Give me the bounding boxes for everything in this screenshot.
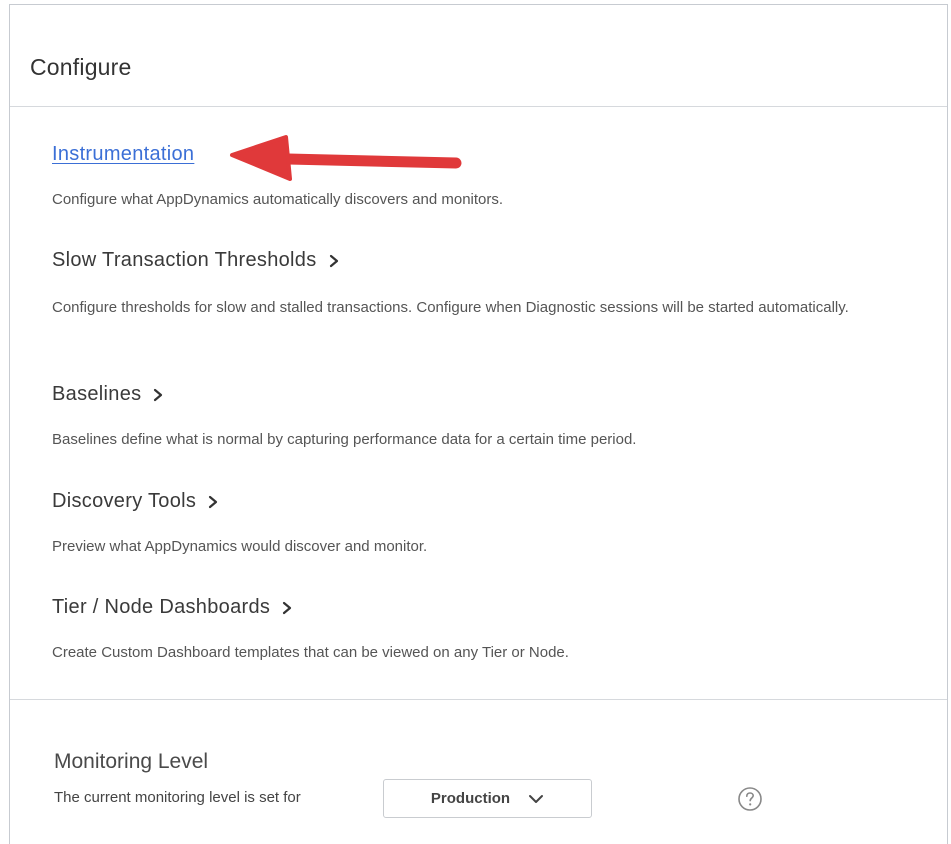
discovery-tools-description: Preview what AppDynamics would discover … [52,538,428,555]
chevron-right-icon [209,495,218,508]
section-discovery-tools: Discovery Tools [52,490,220,513]
tier-node-dashboards-description: Create Custom Dashboard templates that c… [52,644,569,661]
red-arrow-icon [230,135,462,181]
section-baselines: Baselines [52,383,165,406]
baselines-link[interactable]: Baselines [52,383,165,406]
chevron-right-icon [329,254,338,267]
slow-transaction-thresholds-description: Configure thresholds for slow and stalle… [52,299,849,316]
discovery-tools-link[interactable]: Discovery Tools [52,490,220,513]
tier-node-dashboards-label: Tier / Node Dashboards [52,596,271,618]
baselines-label: Baselines [52,383,142,405]
chevron-right-icon [154,388,163,401]
page-title: Configure [30,54,132,80]
slow-transaction-thresholds-link[interactable]: Slow Transaction Thresholds [52,249,341,272]
help-icon[interactable] [737,786,763,812]
monitoring-level-title: Monitoring Level [54,750,209,773]
discovery-tools-label: Discovery Tools [52,490,197,512]
instrumentation-link[interactable]: Instrumentation [52,143,194,166]
instrumentation-label: Instrumentation [52,143,195,165]
chevron-down-icon [529,794,544,803]
section-divider [10,699,947,700]
instrumentation-description: Configure what AppDynamics automatically… [52,191,504,208]
tier-node-dashboards-link[interactable]: Tier / Node Dashboards [52,596,294,619]
chevron-right-icon [283,601,292,614]
section-slow-transaction-thresholds: Slow Transaction Thresholds [52,249,341,272]
panel-header: Configure [10,5,947,107]
section-instrumentation: Instrumentation [52,143,194,166]
monitoring-level-value: Production [430,790,511,807]
slow-transaction-thresholds-label: Slow Transaction Thresholds [52,249,317,271]
section-tier-node-dashboards: Tier / Node Dashboards [52,596,294,619]
monitoring-level-description: The current monitoring level is set for [54,789,301,806]
monitoring-level-select[interactable]: Production [383,779,592,818]
configure-panel: Configure Instrumentation Configure what… [9,4,948,844]
baselines-description: Baselines define what is normal by captu… [52,431,637,448]
